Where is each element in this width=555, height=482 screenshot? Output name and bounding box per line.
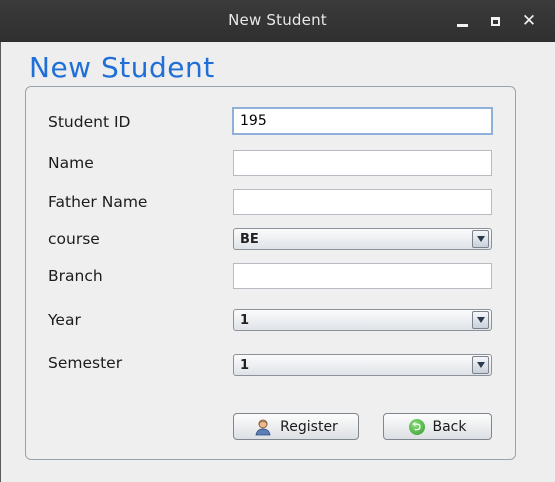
branch-field[interactable] (233, 263, 492, 289)
chevron-down-icon[interactable] (472, 356, 489, 374)
register-button[interactable]: Register (233, 413, 359, 440)
name-field[interactable] (233, 150, 492, 176)
branch-label: Branch (48, 267, 103, 285)
student-id-field[interactable] (232, 107, 493, 135)
user-icon (255, 419, 271, 435)
father-name-field[interactable] (233, 189, 492, 215)
year-selected-value: 1 (240, 312, 250, 328)
page-title: New Student (29, 51, 215, 84)
year-label: Year (48, 311, 81, 329)
course-label: course (48, 230, 100, 248)
register-button-label: Register (280, 418, 338, 435)
window-titlebar: New Student ✕ (0, 0, 555, 42)
maximize-icon (490, 16, 500, 26)
year-select[interactable]: 1 (233, 309, 492, 331)
maximize-button[interactable] (484, 10, 506, 32)
minimize-button[interactable] (451, 10, 473, 32)
chevron-down-icon[interactable] (472, 311, 489, 329)
chevron-down-icon[interactable] (472, 230, 489, 248)
back-arrow-icon: ⮌ (408, 418, 425, 435)
close-button[interactable]: ✕ (518, 10, 540, 32)
semester-label: Semester (48, 354, 123, 372)
window-content: New Student Student ID Name Father Name … (0, 42, 555, 482)
back-button-label: Back (432, 418, 467, 435)
course-select[interactable]: BE (233, 228, 492, 250)
semester-selected-value: 1 (240, 357, 250, 373)
student-id-label: Student ID (48, 113, 131, 131)
name-label: Name (48, 154, 94, 172)
minimize-icon (456, 23, 468, 27)
course-selected-value: BE (240, 231, 259, 247)
semester-select[interactable]: 1 (233, 354, 492, 376)
back-button[interactable]: ⮌ Back (383, 413, 492, 440)
father-name-label: Father Name (48, 193, 148, 211)
form-panel: Student ID Name Father Name course BE Br… (25, 86, 516, 460)
close-icon: ✕ (521, 10, 537, 31)
